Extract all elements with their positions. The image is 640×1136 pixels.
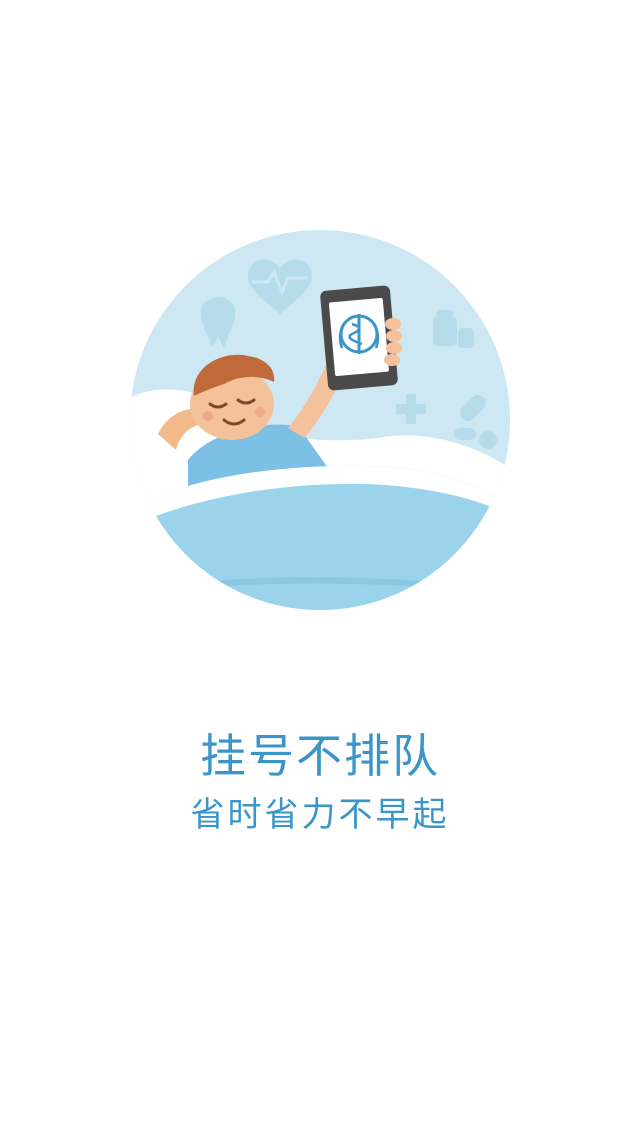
splash-screen: 挂号不排队 省时省力不早起 [0,0,640,1136]
headline-text: 挂号不排队 [200,729,440,783]
phone-illustration [320,285,402,391]
person-in-bed-with-phone-illustration [130,230,510,610]
subline-text: 省时省力不早起 [190,795,450,835]
